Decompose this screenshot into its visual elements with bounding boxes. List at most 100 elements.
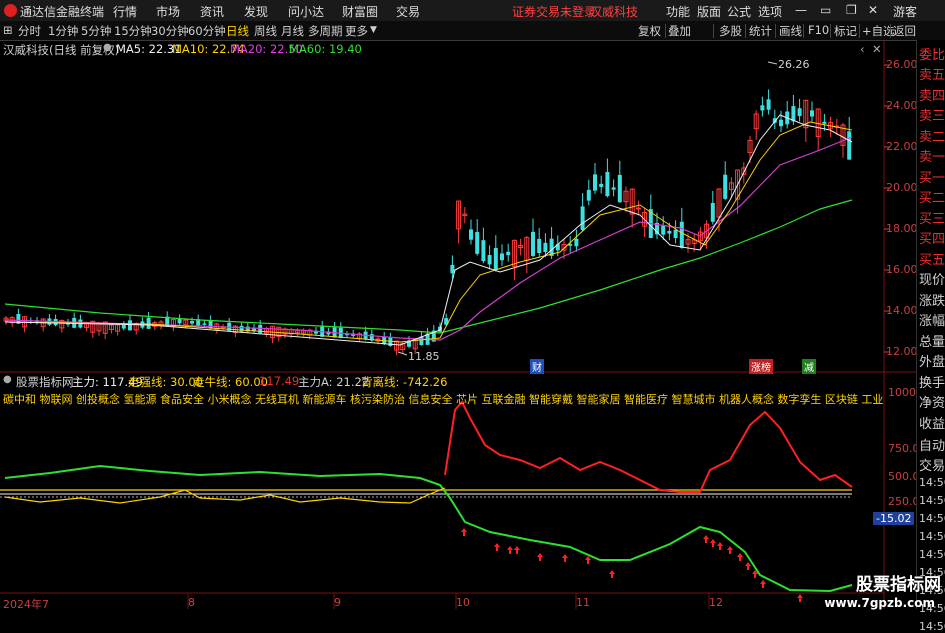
buy-arrow-icon bbox=[703, 535, 709, 543]
candle-body bbox=[493, 248, 498, 270]
buy-arrow-icon bbox=[717, 542, 723, 550]
indicator-beili: 背离线: -742.26 bbox=[361, 375, 448, 389]
y-tick-12: 12.00 bbox=[886, 345, 918, 358]
candle-body bbox=[810, 110, 814, 117]
main-force-line bbox=[4, 464, 853, 593]
side-panel-item: 涨跌 bbox=[919, 294, 945, 309]
buy-arrow-icon bbox=[562, 554, 568, 562]
candle-body bbox=[190, 321, 194, 324]
candle-body bbox=[673, 229, 678, 239]
buy-arrow-icon bbox=[797, 594, 803, 602]
side-panel-item: 卖四 bbox=[919, 89, 945, 104]
y-tick-22: 22.00 bbox=[886, 140, 918, 153]
side-panel-item[interactable]: 自动 bbox=[919, 435, 945, 454]
divergence-line bbox=[444, 400, 853, 493]
side-panel-item: 现价 bbox=[919, 273, 945, 288]
side-panel-item: 14:56 bbox=[919, 512, 945, 525]
watermark-text: 股票指标网 bbox=[856, 575, 941, 595]
buy-arrow-icon bbox=[494, 543, 500, 551]
buy-arrow-icon bbox=[710, 539, 716, 547]
candle-body bbox=[667, 230, 672, 234]
side-panel-item: 卖一 bbox=[919, 150, 945, 165]
indicator-zouqiang: 走强线: 30.00 bbox=[128, 375, 203, 389]
side-panel-item: 买三 bbox=[919, 212, 945, 227]
chart-canvas[interactable] bbox=[0, 0, 916, 609]
buy-arrow-icon bbox=[727, 546, 733, 554]
candle-body bbox=[599, 183, 604, 187]
y-tick-24: 24.00 bbox=[886, 99, 918, 112]
candle-body bbox=[500, 253, 504, 261]
candle-body bbox=[487, 255, 492, 265]
candle-body bbox=[779, 119, 783, 127]
buy-arrow-icon bbox=[537, 553, 543, 561]
side-panel-item: 卖二 bbox=[919, 130, 945, 145]
side-panel-item: 换手 bbox=[919, 376, 945, 391]
candle-body bbox=[791, 106, 796, 122]
indicator-zhuli-value: 117.49 bbox=[259, 374, 300, 388]
candle-body bbox=[661, 225, 666, 235]
candle-body bbox=[543, 242, 548, 253]
candle-body bbox=[506, 251, 511, 256]
marker-reduce[interactable]: 减 bbox=[802, 359, 816, 374]
main-chart-header: 汉威科技(日线 前复权) ● MA5: 22.31 MA10: 22.74 MA… bbox=[3, 42, 903, 57]
date-aug: 8 bbox=[188, 596, 195, 609]
candle-body bbox=[128, 320, 132, 331]
side-panel-item: 涨幅 bbox=[919, 314, 945, 329]
indicator-zhuliA: 主力A: 21.22 bbox=[298, 375, 370, 389]
side-panel-item[interactable]: 交易 bbox=[919, 455, 945, 474]
candle-body bbox=[531, 231, 535, 256]
quote-side-panel: 委比 卖五 卖四 卖三 卖二 卖一 买一 买二 买三 买四 买五 现价 涨跌 涨幅 总量 外盘 换手 净资 收益 自动… bbox=[916, 40, 945, 633]
indicator-name[interactable]: 股票指标网 bbox=[16, 374, 74, 390]
side-panel-item: 委比 bbox=[919, 48, 945, 63]
indicator-header: ● 股票指标网 主力: 117.49 走强线: 30.00 走牛线: 60.00… bbox=[3, 374, 903, 390]
candle-body bbox=[635, 207, 641, 210]
candle-body bbox=[822, 121, 827, 124]
side-panel-item: 总量 bbox=[919, 335, 945, 350]
candle-body bbox=[586, 189, 591, 201]
side-panel-item: 买四 bbox=[919, 232, 945, 247]
date-dec: 12 bbox=[709, 596, 723, 609]
date-jul: 2024年7 bbox=[3, 598, 49, 611]
ma5-line bbox=[4, 114, 853, 346]
ind-tick-1000: 1000 bbox=[888, 386, 916, 399]
indicator-gear-icon[interactable]: ● bbox=[3, 374, 12, 385]
side-panel-item: 14:56 bbox=[919, 494, 945, 507]
side-panel-item: 买二 bbox=[919, 191, 945, 206]
candle-body bbox=[537, 238, 542, 254]
buy-arrow-icon bbox=[609, 570, 615, 578]
close-panel-icon[interactable]: ✕ bbox=[872, 42, 882, 56]
candle-body bbox=[797, 108, 802, 117]
candle-body bbox=[723, 174, 728, 199]
candle-body bbox=[580, 206, 585, 231]
candle-body bbox=[679, 221, 684, 248]
candle-body bbox=[605, 171, 610, 197]
candle-body bbox=[121, 324, 126, 329]
low-price-label: 11.85 bbox=[408, 350, 440, 363]
chevron-left-icon[interactable]: ‹ bbox=[860, 42, 865, 56]
settings-gear-icon[interactable]: ● bbox=[103, 42, 112, 53]
high-price-label: 26.26 bbox=[778, 58, 810, 71]
watermark-url: www.7gpzb.com bbox=[824, 596, 935, 610]
buy-arrow-icon bbox=[760, 580, 766, 588]
marker-finance[interactable]: 财 bbox=[530, 359, 544, 374]
candle-body bbox=[574, 238, 579, 247]
buy-arrow-icon bbox=[514, 546, 520, 554]
ma60-line bbox=[4, 199, 853, 334]
candle-body bbox=[481, 240, 486, 262]
buy-arrow-icon bbox=[507, 546, 513, 554]
side-panel-item: 14:56 bbox=[919, 530, 945, 543]
marker-rise-list[interactable]: 涨榜 bbox=[749, 359, 773, 374]
candle-body bbox=[766, 99, 771, 110]
candle-body bbox=[146, 317, 151, 329]
y-tick-18: 18.00 bbox=[886, 222, 918, 235]
y-tick-20: 20.00 bbox=[886, 181, 918, 194]
side-panel-item: 卖五 bbox=[919, 68, 945, 83]
candle-body bbox=[593, 174, 597, 191]
side-panel-item: 净资 bbox=[919, 396, 945, 411]
buy-arrow-icon bbox=[745, 562, 751, 570]
side-panel-item: 14:56 bbox=[919, 548, 945, 561]
y-tick-26: 26.00 bbox=[886, 58, 918, 71]
date-sep: 9 bbox=[334, 596, 341, 609]
ind-current-value: -15.02 bbox=[873, 512, 915, 525]
buy-arrow-icon bbox=[585, 556, 591, 564]
